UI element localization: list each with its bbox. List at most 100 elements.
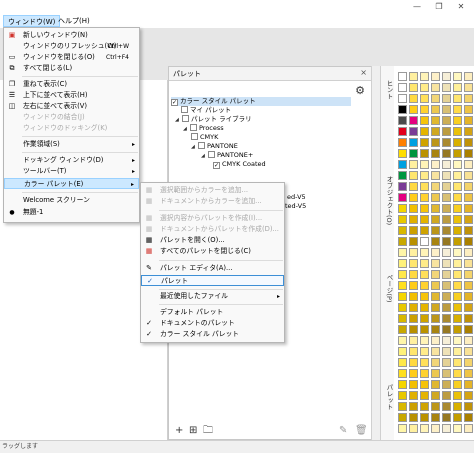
- color-swatch[interactable]: [398, 72, 407, 81]
- expand-icon[interactable]: ◢: [201, 152, 207, 161]
- color-swatch[interactable]: [453, 292, 462, 301]
- color-swatch[interactable]: [431, 413, 440, 422]
- color-swatch[interactable]: [420, 270, 429, 279]
- color-swatch[interactable]: [442, 116, 451, 125]
- menu-item-refresh-window[interactable]: ウィンドウのリフレッシュ(W) Ctrl+W: [4, 41, 139, 52]
- color-swatch[interactable]: [453, 325, 462, 334]
- color-swatch[interactable]: [409, 127, 418, 136]
- tree-item-my-palette[interactable]: マイ パレット: [181, 106, 231, 115]
- color-swatch[interactable]: [453, 402, 462, 411]
- color-swatch[interactable]: [409, 160, 418, 169]
- color-swatch[interactable]: [409, 292, 418, 301]
- submenu-item-palette-editor[interactable]: ✎ パレット エディタ(A)...: [141, 263, 284, 274]
- submenu-item-create-from-document[interactable]: ▦ ドキュメントからパレットを作成(D)...: [141, 224, 284, 235]
- color-swatch[interactable]: [442, 138, 451, 147]
- color-swatch[interactable]: [442, 292, 451, 301]
- color-swatch[interactable]: [431, 226, 440, 235]
- color-swatch[interactable]: [409, 193, 418, 202]
- color-swatch[interactable]: [409, 171, 418, 180]
- color-swatch[interactable]: [464, 369, 473, 378]
- color-swatch[interactable]: [409, 72, 418, 81]
- color-swatch[interactable]: [453, 204, 462, 213]
- color-swatch[interactable]: [464, 182, 473, 191]
- color-swatch[interactable]: [464, 358, 473, 367]
- color-swatch[interactable]: [431, 182, 440, 191]
- color-swatch[interactable]: [442, 215, 451, 224]
- color-swatch[interactable]: [431, 347, 440, 356]
- color-swatch[interactable]: [464, 94, 473, 103]
- color-swatch[interactable]: [431, 116, 440, 125]
- tree-item-pantone-plus[interactable]: ◢ PANTONE+: [201, 151, 253, 160]
- color-swatch[interactable]: [409, 413, 418, 422]
- color-swatch[interactable]: [464, 281, 473, 290]
- color-swatch[interactable]: [464, 138, 473, 147]
- color-swatch[interactable]: [431, 380, 440, 389]
- color-swatch[interactable]: [464, 270, 473, 279]
- tree-item-cmyk[interactable]: CMYK: [191, 133, 218, 142]
- color-swatch[interactable]: [398, 237, 407, 246]
- color-swatch[interactable]: [409, 116, 418, 125]
- color-swatch[interactable]: [409, 94, 418, 103]
- color-swatch[interactable]: [453, 358, 462, 367]
- color-swatch[interactable]: [442, 303, 451, 312]
- submenu-item-recent-files[interactable]: 最近使用したファイル ▸: [141, 291, 284, 302]
- color-swatch[interactable]: [409, 226, 418, 235]
- color-swatch[interactable]: [464, 424, 473, 433]
- color-swatch[interactable]: [420, 281, 429, 290]
- color-swatch[interactable]: [409, 358, 418, 367]
- color-swatch[interactable]: [431, 303, 440, 312]
- color-swatch[interactable]: [453, 83, 462, 92]
- color-swatch[interactable]: [409, 369, 418, 378]
- color-swatch[interactable]: [464, 127, 473, 136]
- color-swatch[interactable]: [453, 215, 462, 224]
- color-swatch[interactable]: [464, 314, 473, 323]
- color-swatch[interactable]: [398, 259, 407, 268]
- color-swatch[interactable]: [431, 105, 440, 114]
- color-swatch[interactable]: [409, 138, 418, 147]
- color-swatch[interactable]: [453, 281, 462, 290]
- color-swatch[interactable]: [420, 314, 429, 323]
- color-swatch[interactable]: [442, 391, 451, 400]
- color-swatch[interactable]: [453, 182, 462, 191]
- menu-item-dock-windows[interactable]: ウィンドウのドッキング(K): [4, 123, 139, 134]
- tree-item-process[interactable]: ◢ Process: [183, 124, 224, 133]
- color-swatch[interactable]: [442, 380, 451, 389]
- color-swatch[interactable]: [420, 204, 429, 213]
- color-swatch[interactable]: [464, 116, 473, 125]
- submenu-item-document-palette[interactable]: ✓ ドキュメントのパレット: [141, 318, 284, 329]
- color-swatch[interactable]: [442, 149, 451, 158]
- color-swatch[interactable]: [398, 171, 407, 180]
- color-swatch[interactable]: [431, 94, 440, 103]
- submenu-item-color-style-palette[interactable]: ✓ カラー スタイル パレット: [141, 329, 284, 340]
- color-swatch[interactable]: [431, 193, 440, 202]
- color-swatch[interactable]: [453, 314, 462, 323]
- menu-item-toolbars[interactable]: ツールバー(T) ▸: [4, 166, 139, 177]
- color-swatch[interactable]: [398, 369, 407, 378]
- tab-pages[interactable]: ページ(P): [382, 274, 394, 303]
- color-swatch[interactable]: [464, 259, 473, 268]
- color-swatch[interactable]: [453, 149, 462, 158]
- color-swatch[interactable]: [431, 237, 440, 246]
- color-swatch[interactable]: [453, 116, 462, 125]
- color-swatch[interactable]: [398, 127, 407, 136]
- color-swatch[interactable]: [420, 358, 429, 367]
- color-swatch[interactable]: [431, 325, 440, 334]
- color-swatch[interactable]: [442, 105, 451, 114]
- color-swatch[interactable]: [442, 281, 451, 290]
- color-swatch[interactable]: [464, 237, 473, 246]
- color-swatch[interactable]: [431, 270, 440, 279]
- color-swatch[interactable]: [464, 149, 473, 158]
- color-swatch[interactable]: [420, 127, 429, 136]
- trash-icon[interactable]: 🗑: [355, 425, 368, 437]
- color-swatch[interactable]: [398, 347, 407, 356]
- color-swatch[interactable]: [453, 424, 462, 433]
- color-swatch[interactable]: [420, 292, 429, 301]
- color-swatch[interactable]: [420, 424, 429, 433]
- menu-item-color-palettes[interactable]: カラー パレット(E) ▸: [4, 178, 139, 189]
- expand-icon[interactable]: ◢: [183, 125, 189, 134]
- color-swatch[interactable]: [409, 215, 418, 224]
- color-swatch[interactable]: [398, 358, 407, 367]
- color-swatch[interactable]: [464, 83, 473, 92]
- menu-item-welcome[interactable]: Welcome スクリーン: [4, 195, 139, 206]
- color-swatch[interactable]: [442, 402, 451, 411]
